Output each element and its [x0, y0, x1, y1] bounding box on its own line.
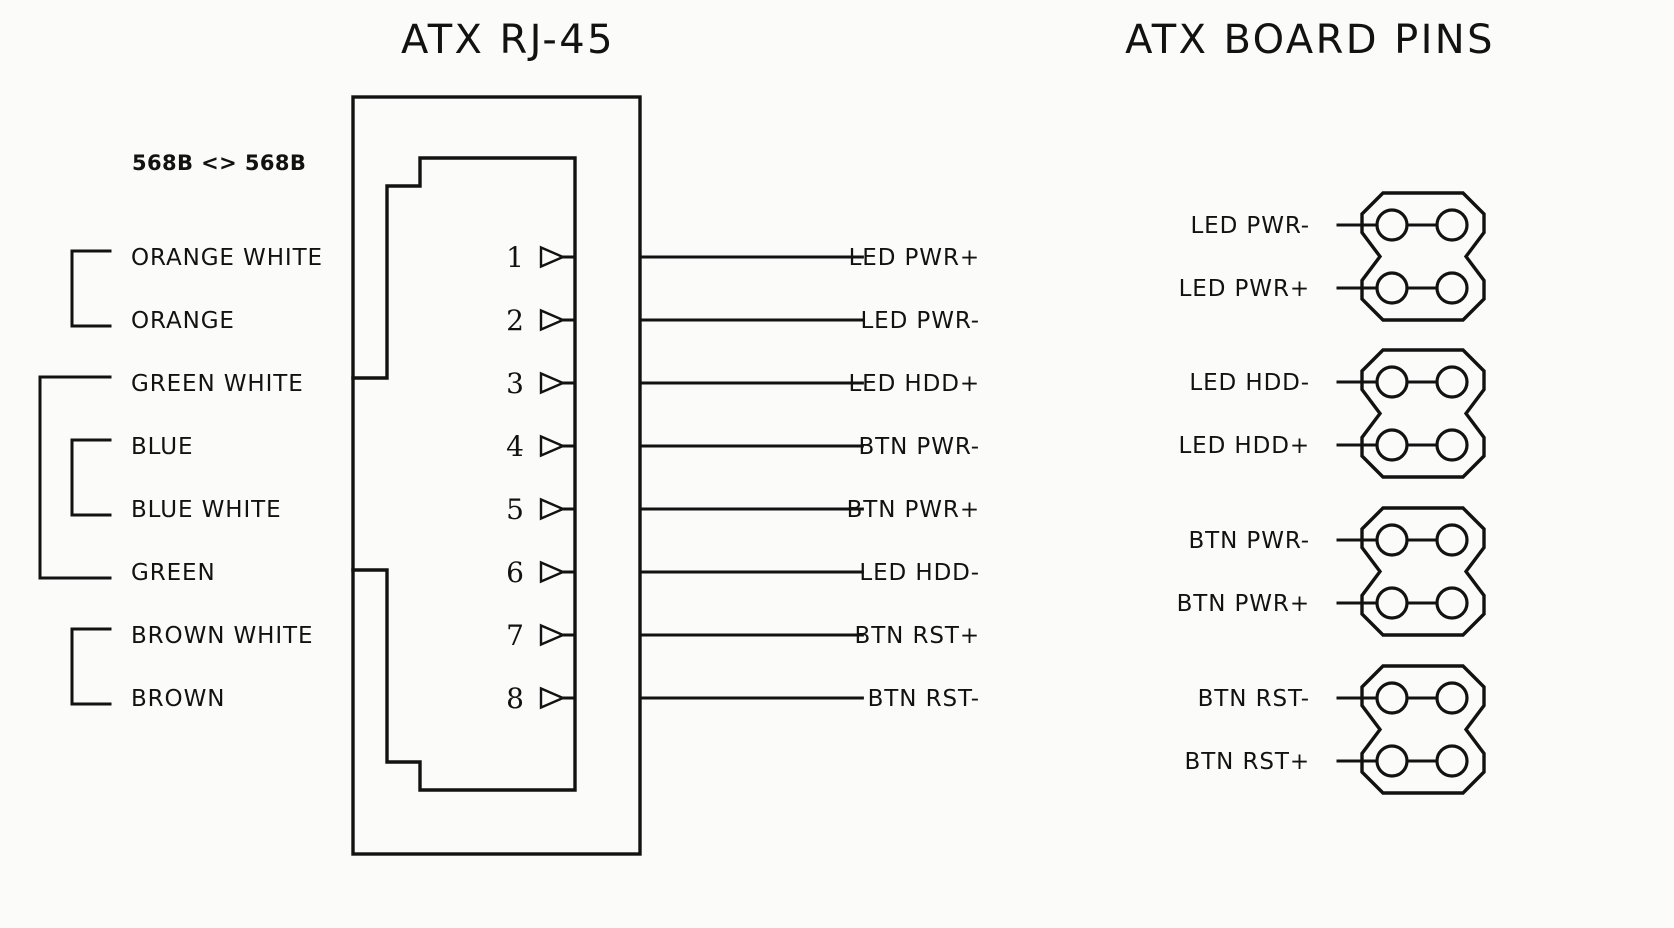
rj45-pin-rows: 1 2 3 4 5 6 7 8 — [506, 241, 864, 715]
bracket-pair-green — [38, 375, 112, 580]
pin-pad-header-btn-rst-top-2[interactable] — [1435, 681, 1469, 715]
pin-header-label-header-led-pwr-bottom: LED PWR+ — [1179, 276, 1310, 302]
wire-color-label-3: GREEN WHITE — [131, 371, 304, 397]
wire-color-label-4: BLUE — [131, 434, 193, 460]
pin-pad-header-btn-pwr-top-1[interactable] — [1375, 523, 1409, 557]
rj45-signal-label-6: LED HDD- — [859, 560, 980, 586]
wire-color-label-5: BLUE WHITE — [131, 497, 282, 523]
rj45-signal-label-1: LED PWR+ — [849, 245, 980, 271]
wiring-diagram-svg: ATX RJ-45 ATX BOARD PINS 568B <> 568B 1 2… — [38, 17, 1495, 856]
diagram-canvas: ATX RJ-45 ATX BOARD PINS 568B <> 568B 1 2… — [0, 0, 1674, 928]
bracket-pair-blue — [70, 438, 112, 517]
wire-color-labels: ORANGE WHITE ORANGE GREEN WHITE BLUE BLUE WH… — [131, 245, 323, 712]
pin-pad-header-led-hdd-bottom-1[interactable] — [1375, 428, 1409, 462]
pin-pad-header-led-hdd-top-2[interactable] — [1435, 365, 1469, 399]
rj45-signal-labels: LED PWR+ LED PWR- LED HDD+ BTN PWR- BTN PWR+… — [847, 245, 980, 712]
pin-pad-header-btn-rst-bottom-2[interactable] — [1435, 744, 1469, 778]
pin-pad-header-led-pwr-bottom-2[interactable] — [1435, 271, 1469, 305]
pin-header-label-header-btn-rst-bottom: BTN RST+ — [1185, 749, 1310, 775]
rj45-signal-label-3: LED HDD+ — [848, 371, 980, 397]
rj45-outer-shell — [351, 95, 642, 856]
atx-board-pin-headers: LED PWR- LED PWR+ LED HDD- LED HDD+ BTN PWR-… — [1177, 191, 1486, 795]
rj45-signal-label-2: LED PWR- — [860, 308, 980, 334]
twisted-pair-brackets — [38, 249, 112, 706]
rj45-pin-number-1: 1 — [506, 241, 524, 274]
wire-color-label-7: BROWN WHITE — [131, 623, 313, 649]
pin-header-body-header-btn-pwr — [1360, 506, 1486, 637]
rj45-pin-number-3: 3 — [506, 367, 524, 400]
rj45-signal-label-7: BTN RST+ — [855, 623, 980, 649]
pin-header-label-header-led-hdd-top: LED HDD- — [1189, 370, 1310, 396]
wire-color-label-1: ORANGE WHITE — [131, 245, 323, 271]
rj45-signal-label-5: BTN PWR+ — [847, 497, 980, 523]
pin-pad-header-led-pwr-bottom-1[interactable] — [1375, 271, 1409, 305]
left-section-title: ATX RJ-45 — [401, 17, 615, 63]
rj45-signal-label-8: BTN RST- — [868, 686, 980, 712]
pin-header-label-header-led-pwr-top: LED PWR- — [1190, 213, 1310, 239]
bracket-pair-orange — [70, 249, 112, 328]
wire-color-label-2: ORANGE — [131, 308, 235, 334]
wiring-standard-note: 568B <> 568B — [132, 151, 306, 175]
pin-pad-header-led-hdd-bottom-2[interactable] — [1435, 428, 1469, 462]
rj45-pin-number-8: 8 — [506, 682, 524, 715]
pin-header-label-header-btn-rst-top: BTN RST- — [1198, 686, 1310, 712]
rj45-signal-label-4: BTN PWR- — [858, 434, 980, 460]
pin-header-label-header-led-hdd-bottom: LED HDD+ — [1178, 433, 1310, 459]
rj45-pin-number-5: 5 — [506, 493, 524, 526]
pin-pad-header-led-pwr-top-2[interactable] — [1435, 208, 1469, 242]
pin-pad-header-btn-rst-bottom-1[interactable] — [1375, 744, 1409, 778]
rj45-pin-number-6: 6 — [506, 556, 524, 589]
pin-pad-header-led-hdd-top-1[interactable] — [1375, 365, 1409, 399]
bracket-pair-brown — [70, 627, 112, 706]
pin-header-label-header-btn-pwr-bottom: BTN PWR+ — [1177, 591, 1310, 617]
wire-color-label-6: GREEN — [131, 560, 216, 586]
pin-pad-header-led-pwr-top-1[interactable] — [1375, 208, 1409, 242]
pin-header-body-header-btn-rst — [1360, 664, 1486, 795]
pin-pad-header-btn-pwr-bottom-1[interactable] — [1375, 586, 1409, 620]
wire-color-label-8: BROWN — [131, 686, 225, 712]
pin-pad-header-btn-pwr-top-2[interactable] — [1435, 523, 1469, 557]
pin-header-label-header-btn-pwr-top: BTN PWR- — [1188, 528, 1310, 554]
pin-header-body-header-led-hdd — [1360, 348, 1486, 479]
pin-pad-header-btn-pwr-bottom-2[interactable] — [1435, 586, 1469, 620]
rj45-connector-outline — [351, 95, 642, 856]
rj45-pin-number-2: 2 — [506, 304, 524, 337]
rj45-pin-number-4: 4 — [506, 430, 524, 463]
pin-pad-header-btn-rst-top-1[interactable] — [1375, 681, 1409, 715]
right-section-title: ATX BOARD PINS — [1125, 17, 1495, 63]
rj45-pin-number-7: 7 — [506, 619, 524, 652]
pin-header-body-header-led-pwr — [1360, 191, 1486, 322]
